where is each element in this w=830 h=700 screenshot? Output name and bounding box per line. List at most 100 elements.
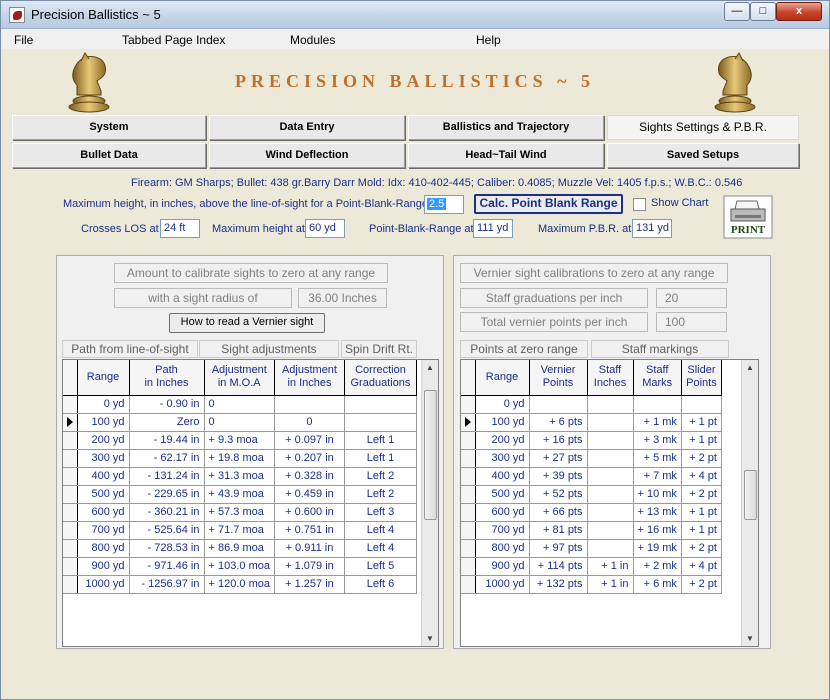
row-indicator[interactable]: [461, 485, 476, 504]
menu-file[interactable]: File: [14, 33, 33, 47]
table-row[interactable]: 300 yd + 27 pts + 5 mk + 2 pt: [461, 449, 722, 468]
table-row[interactable]: 800 yd - 728.53 in + 86.9 moa + 0.911 in Lef…: [63, 539, 417, 558]
tab-system[interactable]: System: [12, 115, 206, 140]
section-sight-adjustments: Sight adjustments: [199, 340, 339, 358]
table-row[interactable]: 800 yd + 97 pts + 19 mk + 2 pt: [461, 539, 722, 558]
column-header[interactable]: Staff Inches: [587, 360, 634, 396]
table-row[interactable]: 1000 yd - 1256.97 in + 120.0 moa + 1.257 in…: [63, 575, 417, 594]
scroll-up-arrow-icon[interactable]: ▲: [746, 363, 754, 372]
table-cell: + 0.207 in: [274, 449, 345, 468]
table-cell: + 19.8 moa: [204, 449, 275, 468]
left-grid-scrollbar[interactable]: ▲ ▼: [421, 360, 438, 646]
table-row[interactable]: 500 yd + 52 pts + 10 mk + 2 pt: [461, 485, 722, 504]
title-bar[interactable]: Precision Ballistics ~ 5 — □ x: [1, 1, 829, 29]
app-icon[interactable]: [9, 7, 25, 23]
column-header[interactable]: Slider Points: [681, 360, 722, 396]
table-row[interactable]: 0 yd - 0.90 in 0: [63, 395, 417, 414]
tab-ballistics-trajectory[interactable]: Ballistics and Trajectory: [408, 115, 604, 140]
table-cell: + 5 mk: [633, 449, 682, 468]
row-indicator[interactable]: [461, 503, 476, 522]
table-row[interactable]: 100 yd + 6 pts + 1 mk + 1 pt: [461, 413, 722, 432]
row-indicator[interactable]: [63, 413, 78, 432]
left-trajectory-grid[interactable]: Range Path in Inches Adjustment in M.O.A Adju…: [62, 359, 439, 647]
table-row[interactable]: 1000 yd + 132 pts + 1 in + 6 mk + 2 pt: [461, 575, 722, 594]
show-chart-checkbox[interactable]: [633, 198, 646, 211]
column-header[interactable]: Staff Marks: [633, 360, 682, 396]
row-indicator[interactable]: [461, 449, 476, 468]
table-row[interactable]: 200 yd + 16 pts + 3 mk + 1 pt: [461, 431, 722, 450]
row-indicator[interactable]: [63, 485, 78, 504]
tab-bullet-data[interactable]: Bullet Data: [12, 143, 206, 168]
table-cell: Left 5: [344, 557, 417, 576]
row-indicator[interactable]: [63, 503, 78, 522]
row-indicator[interactable]: [461, 557, 476, 576]
table-row[interactable]: 700 yd - 525.64 in + 71.7 moa + 0.751 in Lef…: [63, 521, 417, 540]
column-header[interactable]: Range: [475, 360, 530, 396]
table-row[interactable]: 0 yd: [461, 395, 722, 414]
table-row[interactable]: 300 yd - 62.17 in + 19.8 moa + 0.207 in Left…: [63, 449, 417, 468]
menu-help[interactable]: Help: [476, 33, 501, 47]
table-cell: 100 yd: [475, 413, 530, 432]
row-indicator[interactable]: [63, 575, 78, 594]
table-row[interactable]: 600 yd + 66 pts + 13 mk + 1 pt: [461, 503, 722, 522]
table-row[interactable]: 700 yd + 81 pts + 16 mk + 1 pt: [461, 521, 722, 540]
table-cell: + 1 pt: [681, 431, 722, 450]
row-indicator[interactable]: [461, 467, 476, 486]
row-indicator[interactable]: [461, 395, 476, 414]
calc-point-blank-range-button[interactable]: Calc. Point Blank Range: [474, 194, 623, 214]
row-indicator[interactable]: [461, 413, 476, 432]
menu-tabbed-page-index[interactable]: Tabbed Page Index: [122, 33, 225, 47]
left-grid-scroll-thumb[interactable]: [424, 390, 437, 520]
tab-head-tail-wind[interactable]: Head~Tail Wind: [408, 143, 604, 168]
right-vernier-grid[interactable]: Range Vernier Points Staff Inches Staff Marks S…: [460, 359, 759, 647]
column-header[interactable]: Vernier Points: [529, 360, 588, 396]
scroll-down-arrow-icon[interactable]: ▼: [426, 634, 434, 643]
row-indicator[interactable]: [63, 467, 78, 486]
table-row[interactable]: 600 yd - 360.21 in + 57.3 moa + 0.600 in Lef…: [63, 503, 417, 522]
tab-data-entry[interactable]: Data Entry: [209, 115, 405, 140]
column-header[interactable]: Adjustment in M.O.A: [204, 360, 275, 396]
right-grid-scroll-thumb[interactable]: [744, 470, 757, 520]
table-row[interactable]: 900 yd - 971.46 in + 103.0 moa + 1.079 in Le…: [63, 557, 417, 576]
table-cell: - 525.64 in: [129, 521, 205, 540]
table-row[interactable]: 400 yd - 131.24 in + 31.3 moa + 0.328 in Lef…: [63, 467, 417, 486]
table-row[interactable]: 200 yd - 19.44 in + 9.3 moa + 0.097 in Left …: [63, 431, 417, 450]
scroll-up-arrow-icon[interactable]: ▲: [426, 363, 434, 372]
row-indicator[interactable]: [461, 431, 476, 450]
menu-modules[interactable]: Modules: [290, 33, 335, 47]
close-button[interactable]: x: [776, 2, 822, 21]
table-cell: Left 1: [344, 449, 417, 468]
tab-wind-deflection[interactable]: Wind Deflection: [209, 143, 405, 168]
table-cell: 400 yd: [475, 467, 530, 486]
row-indicator[interactable]: [63, 431, 78, 450]
row-indicator[interactable]: [63, 449, 78, 468]
table-row[interactable]: 400 yd + 39 pts + 7 mk + 4 pt: [461, 467, 722, 486]
row-indicator[interactable]: [63, 557, 78, 576]
column-header[interactable]: Path in Inches: [129, 360, 205, 396]
column-header[interactable]: Correction Graduations: [344, 360, 417, 396]
row-indicator[interactable]: [461, 575, 476, 594]
table-row[interactable]: 900 yd + 114 pts + 1 in + 2 mk + 4 pt: [461, 557, 722, 576]
how-to-read-vernier-button[interactable]: How to read a Vernier sight: [169, 313, 325, 333]
row-indicator[interactable]: [63, 395, 78, 414]
table-cell: 600 yd: [475, 503, 530, 522]
scroll-down-arrow-icon[interactable]: ▼: [746, 634, 754, 643]
row-indicator[interactable]: [461, 521, 476, 540]
right-grid-scrollbar[interactable]: ▲ ▼: [741, 360, 758, 646]
row-indicator[interactable]: [63, 521, 78, 540]
column-header[interactable]: Adjustment in Inches: [274, 360, 345, 396]
print-button[interactable]: PRINT: [723, 195, 773, 239]
max-height-input[interactable]: 2.5: [424, 195, 464, 214]
column-header[interactable]: Range: [77, 360, 130, 396]
tab-sights-settings-pbr[interactable]: Sights Settings & P.B.R.: [607, 115, 799, 140]
minimize-button[interactable]: —: [724, 2, 750, 21]
tab-saved-setups[interactable]: Saved Setups: [607, 143, 799, 168]
table-row[interactable]: 500 yd - 229.65 in + 43.9 moa + 0.459 in Lef…: [63, 485, 417, 504]
row-indicator[interactable]: [63, 539, 78, 558]
table-cell: + 43.9 moa: [204, 485, 275, 504]
table-row[interactable]: 100 yd Zero 0 0: [63, 413, 417, 432]
row-indicator[interactable]: [461, 539, 476, 558]
table-cell: + 7 mk: [633, 467, 682, 486]
maximize-button[interactable]: □: [750, 2, 776, 21]
table-cell: 0 yd: [475, 395, 530, 414]
